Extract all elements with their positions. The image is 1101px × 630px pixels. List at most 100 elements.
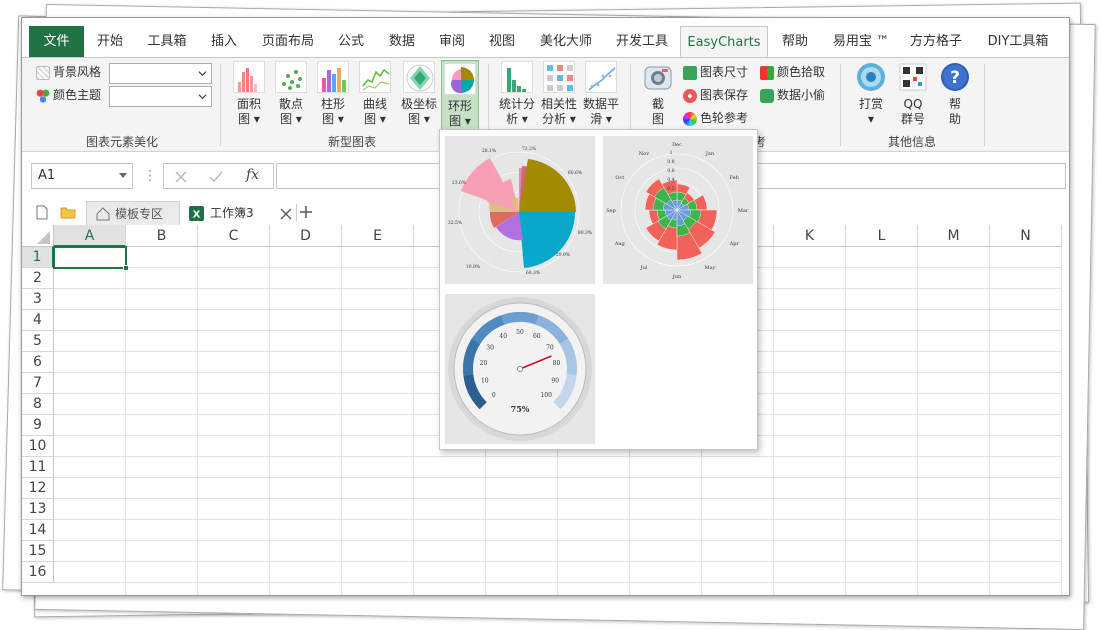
color-theme-dropdown[interactable] (109, 86, 212, 107)
selected-cell[interactable] (53, 246, 129, 271)
column-header-l[interactable]: L (846, 225, 918, 247)
column-header-b[interactable]: B (126, 225, 198, 247)
polar-month-label: Mar (738, 208, 749, 214)
smoothing-label-1: 数据平 (582, 97, 619, 111)
tab-home[interactable]: 开始 (92, 26, 128, 57)
bg-style-label: 背景风格 (36, 62, 101, 82)
chart-size-button[interactable]: 图表尺寸 (683, 62, 748, 82)
fx-icon[interactable]: fx (246, 167, 259, 183)
gauge-tick-label: 80 (553, 360, 561, 367)
statistics-label-2: 析 ▾ (506, 112, 528, 126)
column-header-n[interactable]: N (990, 225, 1062, 247)
row-header-14[interactable]: 14 (22, 520, 54, 541)
tab-formulas[interactable]: 公式 (333, 26, 369, 57)
help-button[interactable]: ? 帮 助 (936, 61, 974, 127)
column-header-e[interactable]: E (342, 225, 414, 247)
statistics-button[interactable]: 统计分 析 ▾ (497, 61, 537, 127)
row-header-7[interactable]: 7 (22, 373, 54, 394)
fill-handle[interactable] (123, 265, 129, 271)
column-header-m[interactable]: M (918, 225, 990, 247)
polar-chart-label-1: 极坐标 (400, 97, 437, 111)
polar-month-label: Jun (672, 274, 682, 280)
column-header-d[interactable]: D (270, 225, 342, 247)
tab-developer[interactable]: 开发工具 (612, 26, 672, 57)
row-header-16[interactable]: 16 (22, 562, 54, 583)
tab-page-layout[interactable]: 页面布局 (258, 26, 318, 57)
qq-group-button[interactable]: QQ 群号 (894, 61, 932, 127)
grid-col-line (917, 247, 918, 595)
ring-chart-label-1: 环形 (447, 99, 472, 113)
grid-col-line (341, 247, 342, 595)
row-header-4[interactable]: 4 (22, 310, 54, 331)
correlation-button[interactable]: 相关性 分析 ▾ (539, 61, 579, 127)
group-label-other: 其他信息 (887, 135, 936, 149)
column-header-a[interactable]: A (54, 225, 126, 247)
palette-icon (36, 88, 50, 103)
chevron-down-icon (198, 71, 207, 77)
row-header-2[interactable]: 2 (22, 268, 54, 289)
chart-save-button[interactable]: 图表保存 (683, 85, 748, 105)
tab-help[interactable]: 帮助 (777, 26, 813, 57)
tab-diy-toolbox[interactable]: DIY工具箱 (982, 26, 1054, 57)
row-header-6[interactable]: 6 (22, 352, 54, 373)
tab-insert[interactable]: 插入 (206, 26, 242, 57)
row-header-3[interactable]: 3 (22, 289, 54, 310)
cancel-icon[interactable] (175, 171, 187, 183)
template-rose-pie[interactable]: 72.2% 28.1% 60.6% 23.6% 80.3% 32.5% 10.9% 60.3%… (445, 136, 595, 284)
reward-button[interactable]: 打赏 ▾ (852, 61, 890, 127)
column-chart-button[interactable]: 柱形 图 ▾ (315, 61, 351, 127)
screenshot-button[interactable]: 截 图 (639, 61, 677, 127)
row-header-15[interactable]: 15 (22, 541, 54, 562)
check-icon[interactable] (209, 171, 223, 183)
template-gauge[interactable]: 0 10 20 30 40 50 60 70 80 90 100 75% (445, 294, 595, 444)
ring-chart-button[interactable]: 环形 图 ▾ (441, 60, 479, 130)
more-options-icon[interactable]: ⋮ (143, 168, 157, 184)
row-header-13[interactable]: 13 (22, 499, 54, 520)
add-tab-icon[interactable] (299, 205, 313, 219)
close-icon[interactable] (280, 208, 292, 220)
column-header-c[interactable]: C (198, 225, 270, 247)
scatter-chart-button[interactable]: 散点 图 ▾ (273, 61, 309, 127)
home-icon (96, 207, 110, 221)
camera-icon (642, 61, 674, 93)
tab-file[interactable]: 文件 (29, 26, 84, 57)
row-header-8[interactable]: 8 (22, 394, 54, 415)
color-pick-button[interactable]: 颜色拾取 (760, 62, 825, 82)
tab-view[interactable]: 视图 (484, 26, 520, 57)
group-divider (984, 64, 985, 146)
curve-chart-button[interactable]: 曲线 图 ▾ (357, 61, 393, 127)
data-thief-button[interactable]: 数据小偷 (760, 85, 825, 105)
smoothing-button[interactable]: 数据平 滑 ▾ (581, 61, 621, 127)
row-header-10[interactable]: 10 (22, 436, 54, 457)
grid-row-line (54, 456, 1062, 457)
new-file-icon[interactable] (36, 205, 48, 220)
area-chart-label-2: 图 ▾ (238, 112, 260, 126)
column-header-k[interactable]: K (774, 225, 846, 247)
name-box[interactable]: A1 (31, 163, 133, 189)
row-header-9[interactable]: 9 (22, 415, 54, 436)
row-header-5[interactable]: 5 (22, 331, 54, 352)
tab-review[interactable]: 审阅 (434, 26, 470, 57)
gauge-tick-label: 60 (533, 333, 541, 340)
select-all-corner[interactable] (22, 225, 54, 247)
polar-chart-button[interactable]: 极坐标 图 ▾ (399, 61, 439, 127)
tab-divider (296, 204, 297, 221)
area-chart-button[interactable]: 面积 图 ▾ (231, 61, 267, 127)
tab-toolbox[interactable]: 工具箱 (142, 26, 192, 57)
folder-icon[interactable] (60, 206, 76, 219)
tab-beautify-master[interactable]: 美化大师 (535, 26, 597, 57)
bg-style-dropdown[interactable] (109, 63, 212, 84)
scatter-chart-label-1: 散点 (278, 97, 303, 111)
tab-easycharts[interactable]: EasyCharts (680, 26, 768, 57)
tab-yiyongbao[interactable]: 易用宝 ™ (828, 26, 894, 57)
tab-workbook3[interactable]: X 工作簿3 (182, 201, 292, 226)
row-header-1[interactable]: 1 (22, 247, 54, 268)
tab-fangfang[interactable]: 方方格子 (906, 26, 966, 57)
row-header-12[interactable]: 12 (22, 478, 54, 499)
tab-data[interactable]: 数据 (384, 26, 420, 57)
row-header-11[interactable]: 11 (22, 457, 54, 478)
color-wheel-ref-button[interactable]: 色轮参考 (683, 108, 748, 128)
tab-template-zone[interactable]: 模板专区 (86, 201, 180, 226)
template-polar-area[interactable]: Dec Jan Feb Mar Apr May Jun Jul Aug Sep Oct Nov 1 0.8… (603, 136, 753, 284)
column-chart-icon (317, 61, 349, 93)
